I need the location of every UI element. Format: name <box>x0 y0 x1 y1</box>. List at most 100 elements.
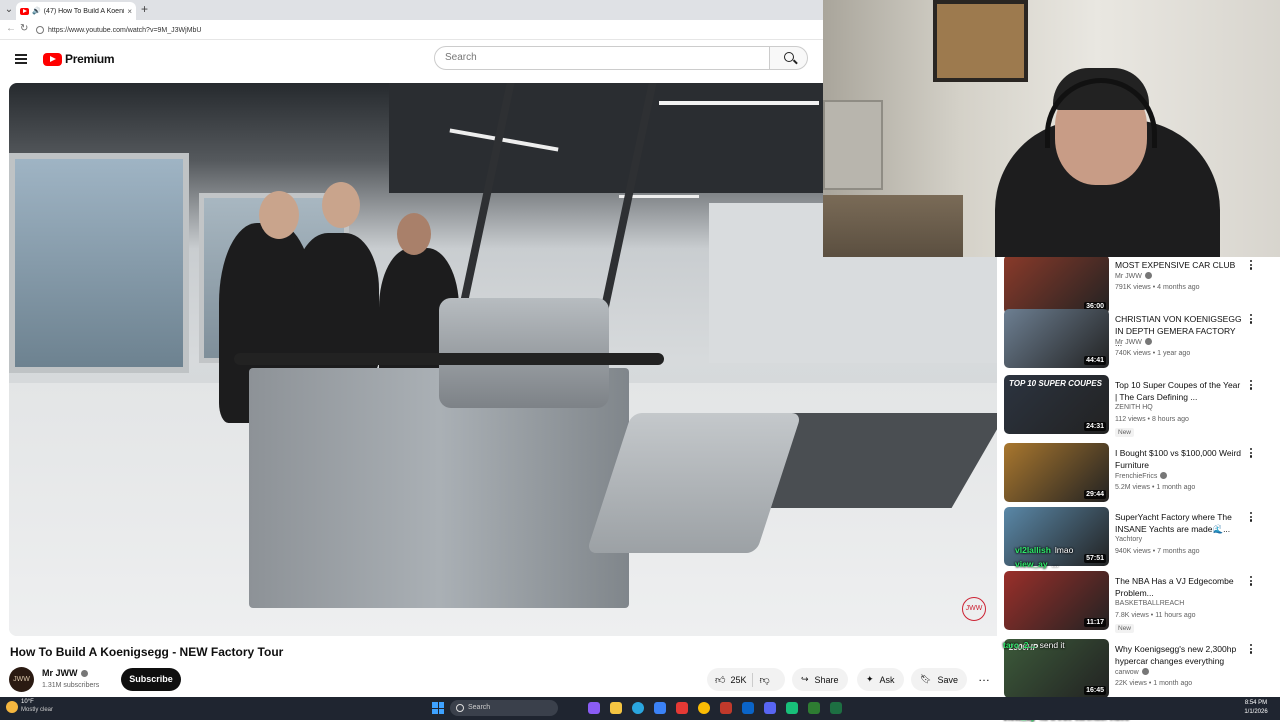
related-video-item[interactable]: 57:51 SuperYacht Factory where The INSANE… <box>1004 507 1274 571</box>
more-options-icon[interactable] <box>1248 380 1254 392</box>
related-video-item[interactable]: 29:44 I Bought $100 vs $100,000 Weird Fur… <box>1004 443 1274 507</box>
related-videos: 36:00 MOST EXPENSIVE CAR CLUB Mr JWW 791K v… <box>997 257 1280 697</box>
taskbar-clock[interactable]: 8:54 PM 1/1/2026 <box>1236 699 1276 717</box>
related-channel[interactable]: ZENITH HQ <box>1115 404 1153 411</box>
channel-name[interactable]: Mr JWW <box>42 668 88 678</box>
menu-icon[interactable] <box>15 54 27 64</box>
video-thumbnail[interactable]: 36:00 <box>1004 257 1109 314</box>
speaker-icon[interactable]: 🔊 <box>32 7 41 15</box>
related-channel[interactable]: FrenchieFrics <box>1115 472 1168 480</box>
related-channel[interactable]: Mr JWW <box>1115 272 1152 280</box>
related-video-title[interactable]: SuperYacht Factory where The INSANE Yach… <box>1115 511 1243 535</box>
related-video-title[interactable]: Top 10 Super Coupes of the Year | The Ca… <box>1115 379 1243 403</box>
related-channel-name: Mr JWW <box>1115 273 1142 280</box>
search-button[interactable] <box>770 46 808 70</box>
youtube-premium-logo[interactable]: Premium <box>43 52 115 66</box>
start-button[interactable] <box>432 702 444 714</box>
related-channel[interactable]: Mr JWW <box>1115 338 1152 346</box>
duration-badge: 44:41 <box>1084 356 1106 365</box>
divider <box>752 672 754 687</box>
related-channel-name: BASKETBALLREACH <box>1115 600 1185 607</box>
subscribe-button[interactable]: Subscribe <box>121 668 181 691</box>
related-video-item[interactable]: TOP 10 SUPER COUPES 24:31 Top 10 Super Cou… <box>1004 375 1274 439</box>
channel-name-text: Mr JWW <box>42 668 78 678</box>
logo-text: Premium <box>65 52 115 66</box>
app-icon[interactable] <box>786 702 798 714</box>
more-options-icon[interactable] <box>1248 260 1254 272</box>
thumbs-up-icon: 👍︎ <box>715 674 726 686</box>
browser-tab[interactable]: 🔊 (47) How To Build A Koenigseg × <box>16 2 136 20</box>
related-channel[interactable]: BASKETBALLREACH <box>1115 600 1184 607</box>
more-options-icon[interactable] <box>1248 314 1254 326</box>
outlook-icon[interactable] <box>742 702 754 714</box>
share-button[interactable]: ↪ Share <box>792 668 848 691</box>
save-button[interactable]: 🔖︎ Save <box>911 668 967 691</box>
related-video-item[interactable]: 11:17 The NBA Has a VJ Edgecombe Problem.… <box>1004 571 1274 635</box>
video-thumbnail[interactable]: 57:51 <box>1004 507 1109 566</box>
video-thumbnail[interactable]: 2300HP 16:45 <box>1004 639 1109 697</box>
duration-badge: 29:44 <box>1084 490 1106 499</box>
close-tab-icon[interactable]: × <box>127 7 132 16</box>
video-frame-head <box>322 182 360 228</box>
dislike-button[interactable]: 👎︎ <box>759 674 769 686</box>
edge-icon[interactable] <box>632 702 644 714</box>
store-icon[interactable] <box>654 702 666 714</box>
app-icon[interactable] <box>808 702 820 714</box>
video-thumbnail[interactable]: TOP 10 SUPER COUPES 24:31 <box>1004 375 1109 434</box>
duration-badge: 24:31 <box>1084 422 1106 431</box>
related-video-title[interactable]: I Bought $100 vs $100,000 Weird Furnitur… <box>1115 447 1243 471</box>
related-video-title[interactable]: MOST EXPENSIVE CAR CLUB <box>1115 259 1243 271</box>
related-meta: 5.2M views • 1 month ago <box>1115 484 1196 491</box>
thumbnail-text: TOP 10 SUPER COUPES <box>1009 379 1102 388</box>
verified-icon <box>1160 472 1168 479</box>
more-options-icon[interactable] <box>1248 576 1254 588</box>
more-options-icon[interactable] <box>1248 644 1254 656</box>
search-input[interactable]: Search <box>434 46 770 70</box>
file-explorer-icon[interactable] <box>610 702 622 714</box>
more-options-icon[interactable] <box>1248 448 1254 460</box>
video-thumbnail[interactable]: 11:17 <box>1004 571 1109 630</box>
like-button[interactable]: 👍︎ 25K <box>715 674 746 686</box>
channel-avatar[interactable]: JWW <box>9 667 34 692</box>
video-frame-light <box>659 101 819 105</box>
bookmark-icon: 🔖︎ <box>920 674 932 684</box>
address-bar: ← ↻ https://www.youtube.com/watch?v=9M_J… <box>0 20 823 40</box>
verified-icon <box>1144 338 1152 345</box>
ask-button[interactable]: ✦ Ask <box>857 668 904 691</box>
tab-list-chevron-icon[interactable]: ⌄ <box>2 3 16 17</box>
related-video-title[interactable]: The NBA Has a VJ Edgecombe Problem... <box>1115 575 1243 599</box>
back-icon[interactable]: ← <box>6 23 16 34</box>
chrome-icon[interactable] <box>698 702 710 714</box>
video-frame-window <box>9 153 189 373</box>
related-video-item[interactable]: 44:41 CHRISTIAN VON KOENIGSEGG IN DEPTH G… <box>1004 309 1274 373</box>
share-label: Share <box>814 674 839 685</box>
excel-icon[interactable] <box>830 702 842 714</box>
app-icon[interactable] <box>588 702 600 714</box>
taskbar-search[interactable]: Search <box>450 700 558 716</box>
related-meta: 791K views • 4 months ago <box>1115 284 1200 291</box>
thumbs-down-icon: 👎︎ <box>759 674 770 686</box>
discord-icon[interactable] <box>764 702 776 714</box>
site-info-icon[interactable] <box>36 26 44 34</box>
related-video-item[interactable]: 2300HP 16:45 Why Koenigsegg's new 2,300hp … <box>1004 639 1274 697</box>
related-video-title[interactable]: Why Koenigsegg's new 2,300hp hypercar ch… <box>1115 643 1243 667</box>
app-icon[interactable] <box>676 702 688 714</box>
video-thumbnail[interactable]: 44:41 <box>1004 309 1109 368</box>
weather-icon[interactable] <box>6 701 18 713</box>
new-tab-icon[interactable]: + <box>141 2 148 16</box>
more-actions-button[interactable]: … <box>975 668 993 691</box>
clock-date: 1/1/2026 <box>1244 709 1268 715</box>
related-channel[interactable]: carwow <box>1115 668 1149 676</box>
reload-icon[interactable]: ↻ <box>20 23 28 34</box>
related-channel-name: ZENITH HQ <box>1115 404 1153 411</box>
related-channel-name: carwow <box>1115 669 1139 676</box>
more-options-icon[interactable] <box>1248 512 1254 524</box>
video-thumbnail[interactable]: 29:44 <box>1004 443 1109 502</box>
verified-icon <box>1141 668 1149 675</box>
webcam-overlay <box>823 0 1280 257</box>
ask-label: Ask <box>879 674 895 685</box>
app-icon[interactable] <box>720 702 732 714</box>
related-channel[interactable]: Yachtory <box>1115 536 1142 543</box>
like-dislike-group: 👍︎ 25K 👎︎ <box>707 668 785 691</box>
url-field[interactable]: https://www.youtube.com/watch?v=9M_J3WjM… <box>36 23 816 37</box>
